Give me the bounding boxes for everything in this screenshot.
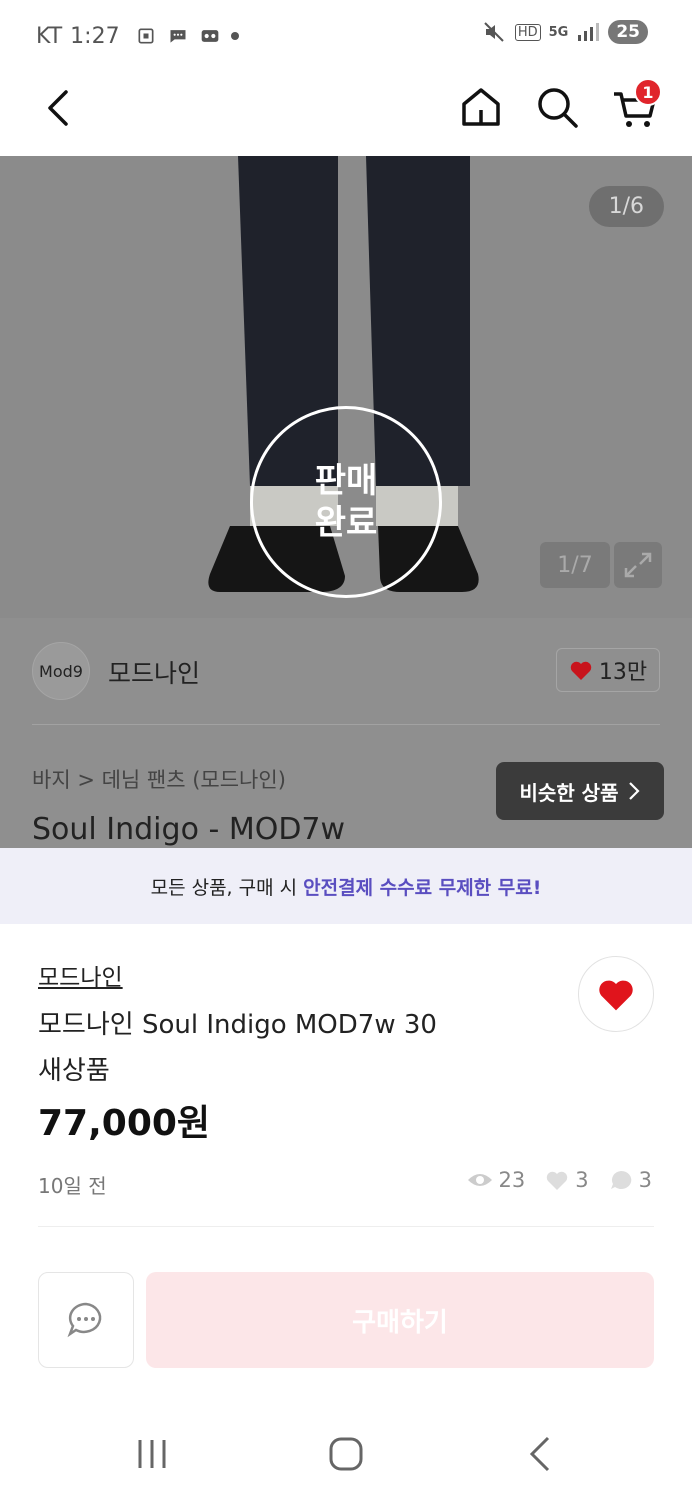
cart-count-badge: 1 [634, 78, 662, 106]
expand-icon[interactable] [614, 542, 662, 588]
shop-like-button[interactable]: 13만 [556, 648, 660, 692]
sold-label-line2: 완료 [314, 503, 378, 543]
chat-icon [67, 1302, 102, 1338]
network-indicator: 5G [548, 24, 569, 40]
breadcrumb[interactable]: 바지 > 데님 팬츠 (모드나인) [32, 764, 286, 794]
search-icon[interactable] [534, 84, 580, 130]
chat-bubble-icon [610, 1170, 631, 1189]
inner-image-counter: 1/7 [540, 542, 610, 588]
mute-icon [484, 22, 504, 42]
hd-indicator: HD [514, 23, 541, 41]
shop-section: Mod9 모드나인 13만 바지 > 데님 팬츠 (모드나인) 비슷한 상품 S… [0, 618, 692, 848]
similar-products-button[interactable]: 비슷한 상품 [496, 762, 664, 820]
posted-time: 10일 전 [38, 1174, 107, 1198]
chat-count: 3 [638, 1168, 652, 1192]
top-nav: 1 [0, 72, 692, 156]
product-shop-link[interactable]: 모드나인 [38, 958, 123, 992]
status-time: 1:27 [70, 23, 120, 49]
sold-out-overlay: 판매 완료 [250, 406, 442, 598]
shop-like-count: 13만 [598, 660, 648, 685]
carrier: KT [36, 23, 63, 49]
screenshot-icon [138, 28, 154, 44]
system-back-icon[interactable] [522, 1434, 558, 1474]
shop-logo[interactable]: Mod9 [32, 642, 90, 700]
shop-name[interactable]: 모드나인 [108, 654, 200, 690]
home-icon[interactable] [458, 84, 504, 130]
view-count: 23 [498, 1168, 526, 1192]
battery-indicator: 25 [608, 20, 648, 44]
wishlist-button[interactable] [578, 956, 654, 1032]
divider [32, 724, 660, 725]
banner-text: 모든 상품, 구매 시 [150, 876, 298, 899]
sold-label-line1: 판매 [314, 461, 378, 501]
buy-button[interactable]: 구매하기 [146, 1272, 654, 1368]
system-nav-bar [0, 1410, 692, 1500]
like-count: 3 [575, 1168, 589, 1192]
product-title-background: Soul Indigo - MOD7w [32, 812, 346, 847]
eye-icon [467, 1174, 492, 1186]
dot-icon [230, 32, 239, 40]
signal-icon [578, 23, 600, 41]
product-image-gallery[interactable]: 1/6 1/7 판매 완료 [0, 156, 692, 618]
chevron-right-icon [629, 782, 641, 800]
recent-apps-icon[interactable] [134, 1434, 174, 1474]
heart-icon [599, 980, 633, 1011]
banner-highlight: 안전결제 수수료 무제한 무료! [303, 876, 542, 899]
status-bar: KT 1:27 HD 5G 25 [0, 0, 692, 72]
safe-payment-banner[interactable]: 모든 상품, 구매 시 안전결제 수수료 무제한 무료! [0, 848, 692, 924]
heart-outline-icon [547, 1171, 568, 1190]
chat-button[interactable] [38, 1272, 134, 1368]
back-icon[interactable] [38, 86, 82, 130]
product-title: 모드나인 Soul Indigo MOD7w 30 [38, 1010, 437, 1040]
image-counter: 1/6 [588, 186, 664, 227]
divider [38, 1226, 654, 1227]
voicemail-icon [201, 30, 218, 42]
system-home-icon[interactable] [326, 1434, 366, 1474]
heart-icon [570, 661, 592, 680]
product-stats: 23 3 3 [457, 1168, 652, 1192]
product-condition: 새상품 [38, 1056, 110, 1086]
similar-products-label: 비슷한 상품 [519, 780, 619, 805]
message-icon [170, 30, 186, 43]
product-price: 77,000원 [38, 1103, 211, 1144]
